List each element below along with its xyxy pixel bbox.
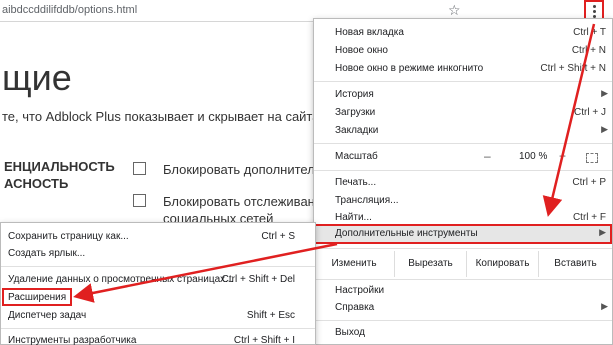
more-tools-submenu: Сохранить страницу как... Ctrl + S Созда…: [0, 222, 316, 345]
menu-label: Трансляция...: [335, 195, 399, 206]
menu-label: Сохранить страницу как...: [8, 231, 129, 242]
menu-label: Дополнительные инструменты: [335, 228, 478, 239]
menu-item-help[interactable]: Справка ▶: [314, 299, 612, 317]
edit-label: Изменить: [331, 258, 377, 269]
menu-shortcut: Ctrl + F: [572, 212, 606, 223]
menu-shortcut: Ctrl + Shift + N: [540, 63, 606, 74]
zoom-value: 100 %: [519, 151, 548, 162]
extensions-highlight-box: [2, 288, 72, 306]
menu-shortcut: Ctrl + T: [573, 27, 606, 38]
menu-item-exit[interactable]: Выход: [314, 324, 612, 342]
submenu-arrow-icon: ▶: [599, 227, 606, 237]
copy-button[interactable]: Копировать: [466, 251, 538, 277]
menu-item-new-tab[interactable]: Новая вкладка Ctrl + T: [314, 24, 612, 42]
menu-item-history[interactable]: История ▶: [314, 86, 612, 104]
option1-checkbox[interactable]: [133, 162, 146, 175]
paste-button[interactable]: Вставить: [538, 251, 612, 277]
menu-shortcut: Shift + Esc: [246, 310, 295, 321]
menu-label: Новая вкладка: [335, 27, 404, 38]
menu-divider: [1, 266, 315, 267]
menu-divider: [314, 279, 612, 280]
chrome-menu-button[interactable]: [584, 0, 604, 20]
bookmark-star-icon[interactable]: ☆: [448, 1, 461, 19]
menu-label: Найти...: [335, 212, 372, 223]
menu-item-downloads[interactable]: Загрузки Ctrl + J: [314, 104, 612, 122]
menu-shortcut: Ctrl + Shift + I: [233, 335, 295, 345]
menu-item-new-window[interactable]: Новое окно Ctrl + N: [314, 42, 612, 60]
submenu-arrow-icon: ▶: [601, 301, 608, 311]
menu-label: Печать...: [335, 177, 377, 188]
menu-shortcut: Ctrl + J: [574, 107, 606, 118]
section-title-line1: ЕНЦИАЛЬНОСТЬ: [4, 159, 115, 174]
menu-item-print[interactable]: Печать... Ctrl + P: [314, 174, 612, 192]
cut-button[interactable]: Вырезать: [394, 251, 466, 277]
menu-label: Новое окно: [335, 45, 388, 56]
menu-divider: [314, 170, 612, 171]
submenu-item-task-manager[interactable]: Диспетчер задач Shift + Esc: [1, 307, 315, 324]
menu-item-incognito[interactable]: Новое окно в режиме инкогнито Ctrl + Shi…: [314, 60, 612, 78]
submenu-arrow-icon: ▶: [601, 88, 608, 98]
menu-divider: [314, 320, 612, 321]
menu-label: Справка: [335, 302, 375, 313]
menu-label: История: [335, 89, 374, 100]
submenu-item-create-shortcut[interactable]: Создать ярлык...: [1, 245, 315, 262]
menu-item-bookmarks[interactable]: Закладки ▶: [314, 122, 612, 140]
menu-label: Выход: [335, 327, 365, 338]
zoom-label: Масштаб: [335, 151, 378, 162]
menu-shortcut: Ctrl + Shift + Del: [221, 274, 295, 285]
menu-label: Новое окно в режиме инкогнито: [335, 63, 484, 74]
page-heading: щие: [2, 57, 72, 98]
submenu-item-dev-tools[interactable]: Инструменты разработчика Ctrl + Shift + …: [1, 332, 315, 345]
option2-label-line1: Блокировать отслеживани: [163, 194, 323, 209]
menu-divider: [314, 248, 612, 249]
menu-item-cast[interactable]: Трансляция...: [314, 192, 612, 210]
menu-label: Настройки: [335, 285, 385, 296]
zoom-row: Масштаб – 100 % +: [314, 146, 612, 168]
zoom-in-button[interactable]: +: [559, 149, 566, 163]
submenu-item-clear-data[interactable]: Удаление данных о просмотренных страница…: [1, 271, 315, 288]
zoom-out-button[interactable]: –: [484, 149, 491, 163]
section-title-line2: АСНОСТЬ: [4, 176, 69, 191]
submenu-item-save-page[interactable]: Сохранить страницу как... Ctrl + S: [1, 228, 315, 245]
menu-label: Инструменты разработчика: [8, 335, 137, 345]
menu-item-settings[interactable]: Настройки: [314, 282, 612, 300]
submenu-arrow-icon: ▶: [601, 124, 608, 134]
menu-shortcut: Ctrl + S: [261, 231, 295, 242]
menu-shortcut: Ctrl + N: [571, 45, 606, 56]
menu-item-more-tools[interactable]: Дополнительные инструменты ▶: [314, 224, 612, 244]
edit-row: Изменить Вырезать Копировать Вставить: [314, 251, 612, 277]
menu-label: Удаление данных о просмотренных страница…: [8, 274, 234, 285]
fullscreen-icon[interactable]: [586, 153, 598, 163]
menu-label: Диспетчер задач: [8, 310, 87, 321]
url-text[interactable]: aibdccddilifddb/options.html: [2, 4, 137, 16]
menu-label: Загрузки: [335, 107, 376, 118]
menu-divider: [314, 143, 612, 144]
option2-checkbox[interactable]: [133, 194, 146, 207]
section-title: ЕНЦИАЛЬНОСТЬ АСНОСТЬ: [4, 158, 115, 192]
option1-label: Блокировать дополнительн: [163, 162, 329, 177]
menu-label: Закладки: [335, 125, 379, 136]
chrome-main-menu: Новая вкладка Ctrl + T Новое окно Ctrl +…: [313, 18, 613, 345]
menu-divider: [1, 328, 315, 329]
dot-icon: [593, 5, 596, 8]
page-description: те, что Adblock Plus показывает и скрыва…: [2, 109, 326, 124]
menu-label: Создать ярлык...: [8, 248, 86, 259]
menu-divider: [314, 81, 612, 82]
menu-shortcut: Ctrl + P: [572, 177, 606, 188]
dot-icon: [593, 10, 596, 13]
